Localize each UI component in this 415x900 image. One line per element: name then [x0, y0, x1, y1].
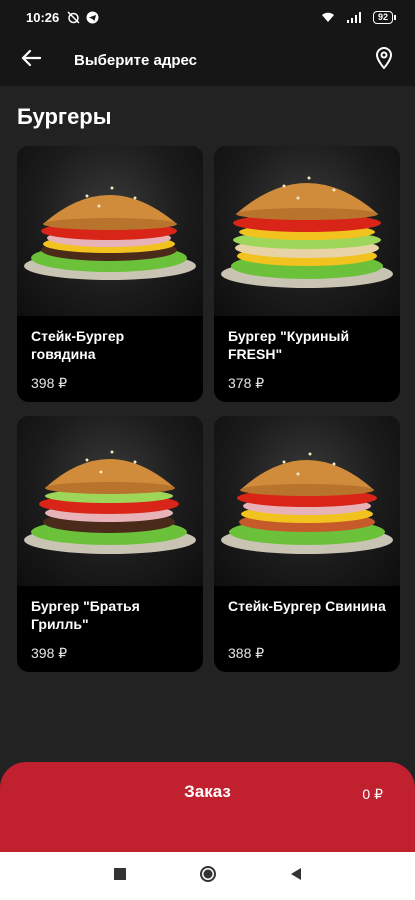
product-name: Бургер "Куриный FRESH": [228, 328, 350, 362]
back-button[interactable]: [18, 47, 44, 73]
product-card[interactable]: Стейк-Бургер Свинина 388 ₽: [214, 416, 400, 672]
app-header: Выберите адрес: [0, 34, 415, 86]
product-name: Стейк-Бургер говядина: [31, 328, 125, 362]
product-name: Стейк-Бургер Свинина: [228, 598, 386, 614]
burger-photo: [17, 416, 203, 586]
product-name: Бургер "Братья Грилль": [31, 598, 140, 632]
product-card[interactable]: Бургер "Братья Грилль" 398 ₽: [17, 416, 203, 672]
back-nav-button[interactable]: [286, 866, 306, 886]
burger-photo: [17, 146, 203, 316]
product-price: 398 ₽: [31, 375, 68, 391]
burger-photo: [214, 146, 400, 316]
home-circle-icon: [199, 865, 217, 888]
product-price: 388 ₽: [228, 645, 265, 661]
order-label: Заказ: [184, 782, 231, 801]
product-price: 398 ₽: [31, 645, 68, 661]
arrow-left-icon: [21, 49, 42, 72]
back-triangle-icon: [289, 867, 303, 886]
location-button[interactable]: [371, 46, 397, 74]
telegram-icon: [86, 11, 99, 24]
wifi-icon: [321, 12, 335, 23]
signal-icon: [346, 11, 361, 23]
order-total: 0 ₽: [362, 786, 383, 802]
system-nav-bar: [0, 852, 415, 900]
order-button[interactable]: Заказ 0 ₽: [0, 762, 415, 852]
battery-icon: 92: [372, 10, 397, 24]
burger-photo: [214, 416, 400, 586]
address-selector[interactable]: Выберите адрес: [74, 52, 197, 69]
status-time: 10:26: [26, 9, 60, 25]
product-price: 378 ₽: [228, 375, 265, 391]
alarm-off-icon: [67, 10, 80, 24]
section-title: Бургеры: [17, 104, 112, 129]
product-card[interactable]: Бургер "Куриный FRESH" 378 ₽: [214, 146, 400, 402]
map-pin-icon: [375, 46, 393, 74]
home-button[interactable]: [198, 865, 218, 888]
recents-button[interactable]: [110, 866, 130, 886]
status-bar: 10:26 92: [0, 0, 415, 34]
product-card[interactable]: Стейк-Бургер говядина 398 ₽: [17, 146, 203, 402]
recents-square-icon: [113, 867, 127, 886]
